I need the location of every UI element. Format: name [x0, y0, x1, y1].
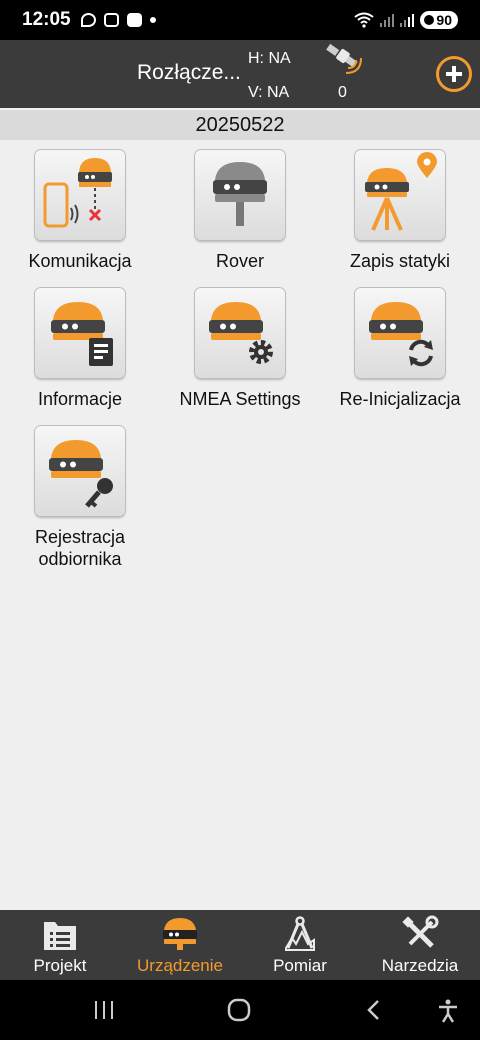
static-recording-icon	[365, 152, 437, 231]
receiver-registration-key-icon	[49, 440, 113, 508]
tile-informacje[interactable]: Informacje	[5, 288, 155, 410]
bottom-nav: Projekt Urządzenie Pomiar Narzedzia	[0, 910, 480, 980]
v-precision: V: NA	[248, 84, 290, 101]
tile-label: Komunikacja	[28, 251, 132, 271]
rover-button[interactable]	[195, 150, 285, 240]
tile-nmea-settings[interactable]: NMEA Settings	[165, 288, 315, 410]
compass-survey-icon	[285, 916, 315, 951]
re-inicjalizacja-button[interactable]	[355, 288, 445, 378]
zapis-statyki-button[interactable]	[355, 150, 445, 240]
tools-icon	[402, 915, 439, 948]
nav-label: Narzedzia	[381, 956, 459, 975]
nmea-settings-icon	[209, 302, 273, 364]
komunikacja-button[interactable]	[35, 150, 125, 240]
system-navigation	[0, 980, 480, 1040]
tile-label: Rover	[215, 251, 264, 271]
status-bar: 12:05 90	[0, 0, 480, 40]
satellite-count: 0	[338, 84, 347, 101]
recent-apps-icon[interactable]	[92, 998, 116, 1022]
screenshot-icon	[103, 13, 119, 27]
nav-narzedzia[interactable]: Narzedzia	[360, 910, 480, 980]
nav-label: Urządzenie	[137, 956, 223, 975]
tile-label: Re-Inicjalizacja	[339, 389, 461, 409]
info-document-icon	[51, 302, 113, 366]
communication-icon	[43, 158, 112, 228]
tile-label: Informacje	[37, 389, 123, 409]
tile-rover[interactable]: Rover	[165, 150, 315, 272]
battery-indicator: 90	[420, 11, 458, 29]
nav-urzadzenie[interactable]: Urządzenie	[120, 910, 240, 980]
tile-label: Zapis statyki	[349, 251, 451, 271]
reinitialize-icon	[369, 302, 433, 367]
satellite-icon[interactable]	[324, 42, 364, 76]
battery-level: 90	[436, 12, 452, 28]
youtube-icon	[126, 13, 142, 27]
nav-projekt[interactable]: Projekt	[0, 910, 120, 980]
informacje-button[interactable]	[35, 288, 125, 378]
date-bar: 20250522	[0, 110, 480, 140]
connection-status[interactable]: Rozłącze...	[137, 61, 241, 85]
folder-list-icon	[44, 922, 76, 950]
nav-label: Projekt	[33, 956, 87, 975]
system-status: 90	[354, 11, 458, 29]
app-header: Rozłącze... H: NA V: NA 0	[0, 40, 480, 108]
status-time: 12:05	[22, 9, 71, 30]
tile-rejestracja-odbiornika[interactable]: Rejestracja odbiornika	[5, 426, 155, 570]
back-icon[interactable]	[364, 998, 384, 1022]
more-notifications-icon	[149, 17, 156, 23]
tile-label: NMEA Settings	[179, 389, 301, 409]
tile-zapis-statyki[interactable]: Zapis statyki	[325, 150, 475, 272]
tile-label: Rejestracja odbiornika	[34, 527, 126, 569]
tile-re-inicjalizacja[interactable]: Re-Inicjalizacja	[325, 288, 475, 410]
rover-icon	[213, 162, 267, 226]
battery-icon	[424, 15, 435, 25]
accessibility-icon[interactable]	[436, 998, 460, 1024]
wifi-icon	[354, 12, 375, 28]
gnss-receiver-icon	[163, 918, 197, 950]
nav-pomiar[interactable]: Pomiar	[240, 910, 360, 980]
notification-icons	[80, 13, 156, 27]
home-icon[interactable]	[226, 998, 252, 1022]
rejestracja-odbiornika-button[interactable]	[35, 426, 125, 516]
signal-icon-1	[380, 13, 395, 27]
h-precision: H: NA	[248, 50, 291, 67]
nav-label: Pomiar	[273, 956, 327, 975]
chat-icon	[80, 13, 96, 27]
nmea-settings-button[interactable]	[195, 288, 285, 378]
add-button[interactable]	[436, 56, 472, 92]
tile-komunikacja[interactable]: Komunikacja	[5, 150, 155, 272]
signal-icon-2	[400, 13, 415, 27]
